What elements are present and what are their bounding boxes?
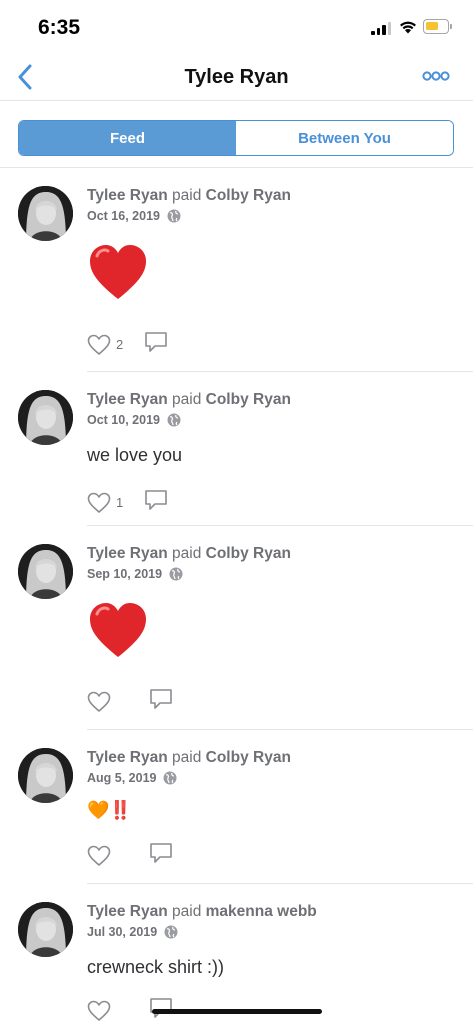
heart-icon: [87, 1000, 111, 1021]
payment-date: Oct 16, 2019: [87, 209, 160, 223]
payment-verb: paid: [172, 545, 202, 562]
payment-verb: paid: [172, 749, 202, 766]
battery-cap: [450, 24, 452, 29]
avatar[interactable]: [18, 902, 73, 957]
home-indicator[interactable]: [152, 1009, 322, 1014]
payment-headline: Tylee Ryan paid Colby Ryan: [87, 391, 291, 409]
item-actions: 2: [87, 330, 168, 359]
payment-meta: Oct 10, 2019: [87, 413, 181, 427]
avatar[interactable]: [18, 390, 73, 445]
payer-name[interactable]: Tylee Ryan: [87, 391, 168, 408]
feed-item[interactable]: Tylee Ryan paid Colby Ryan Oct 16, 2019 …: [0, 168, 473, 372]
avatar[interactable]: [18, 544, 73, 599]
like-button[interactable]: [87, 1000, 145, 1022]
heart-icon: [87, 492, 111, 513]
globe-icon: [164, 925, 178, 939]
payment-headline: Tylee Ryan paid makenna webb: [87, 903, 317, 921]
item-actions: [87, 687, 173, 716]
avatar[interactable]: [18, 748, 73, 803]
nav-bar: Tylee Ryan: [0, 56, 473, 101]
globe-icon: [167, 209, 181, 223]
payment-date: Sep 10, 2019: [87, 567, 163, 581]
avatar-image: [18, 748, 73, 803]
payment-meta: Aug 5, 2019: [87, 771, 177, 785]
battery-icon: [423, 19, 449, 34]
payer-name[interactable]: Tylee Ryan: [87, 749, 168, 766]
payment-date: Oct 10, 2019: [87, 413, 160, 427]
cellular-signal-icon: [371, 22, 391, 35]
like-count: 1: [116, 495, 124, 510]
payer-name[interactable]: Tylee Ryan: [87, 187, 168, 204]
status-bar: 6:35: [0, 0, 473, 56]
payment-verb: paid: [172, 187, 202, 204]
payment-meta: Jul 30, 2019: [87, 925, 178, 939]
payment-headline: Tylee Ryan paid Colby Ryan: [87, 545, 291, 563]
comment-button[interactable]: [149, 841, 173, 870]
comment-icon: [145, 332, 167, 352]
comment-icon: [150, 998, 172, 1018]
like-button[interactable]: [87, 691, 145, 713]
comment-button[interactable]: [144, 488, 168, 517]
payment-meta: Oct 16, 2019: [87, 209, 181, 223]
wifi-icon: [400, 21, 416, 34]
red-heart-emoji: [90, 603, 146, 657]
payment-headline: Tylee Ryan paid Colby Ryan: [87, 749, 291, 767]
globe-icon: [169, 567, 183, 581]
like-button[interactable]: 2: [87, 334, 140, 356]
red-heart-emoji: [90, 245, 146, 299]
heart-icon: [87, 845, 111, 866]
payment-note: crewneck shirt :)): [87, 957, 225, 977]
comment-button[interactable]: [144, 330, 168, 359]
item-actions: 1: [87, 488, 168, 517]
feed-item[interactable]: Tylee Ryan paid Colby Ryan Oct 10, 2019 …: [0, 372, 473, 526]
payee-name[interactable]: Colby Ryan: [206, 749, 291, 766]
more-icon: [422, 71, 450, 81]
feed-item[interactable]: Tylee Ryan paid Colby Ryan Aug 5, 2019 🧡…: [0, 730, 473, 884]
tab-between-you[interactable]: Between You: [236, 121, 453, 155]
item-actions: [87, 841, 173, 870]
payer-name[interactable]: Tylee Ryan: [87, 903, 168, 920]
comment-button[interactable]: [149, 687, 173, 716]
payee-name[interactable]: Colby Ryan: [206, 187, 291, 204]
heart-icon: [87, 691, 111, 712]
more-button[interactable]: [420, 66, 452, 86]
payment-note: we love you: [87, 445, 183, 465]
globe-icon: [163, 771, 177, 785]
avatar[interactable]: [18, 186, 73, 241]
payer-name[interactable]: Tylee Ryan: [87, 545, 168, 562]
payee-name[interactable]: Colby Ryan: [206, 545, 291, 562]
payment-note: 🧡‼️: [87, 800, 132, 820]
comment-icon: [150, 843, 172, 863]
comment-icon: [145, 490, 167, 510]
segmented-control: Feed Between You: [18, 120, 454, 156]
avatar-image: [18, 186, 73, 241]
payment-headline: Tylee Ryan paid Colby Ryan: [87, 187, 291, 205]
avatar-image: [18, 390, 73, 445]
heart-icon: [87, 334, 111, 355]
globe-icon: [167, 413, 181, 427]
like-count: 2: [116, 337, 124, 352]
like-button[interactable]: 1: [87, 492, 140, 514]
payment-date: Aug 5, 2019: [87, 771, 157, 785]
payee-name[interactable]: Colby Ryan: [206, 391, 291, 408]
avatar-image: [18, 902, 73, 957]
payment-verb: paid: [172, 391, 202, 408]
tab-feed[interactable]: Feed: [19, 121, 236, 155]
avatar-image: [18, 544, 73, 599]
feed-item[interactable]: Tylee Ryan paid Colby Ryan Sep 10, 2019: [0, 526, 473, 730]
tab-bar-container: Feed Between You: [0, 100, 473, 168]
like-button[interactable]: [87, 845, 145, 867]
page-title: Tylee Ryan: [184, 66, 289, 88]
payment-verb: paid: [172, 903, 202, 920]
payment-meta: Sep 10, 2019: [87, 567, 183, 581]
payee-name[interactable]: makenna webb: [206, 903, 317, 920]
status-time: 6:35: [38, 16, 81, 39]
comment-icon: [150, 689, 172, 709]
payment-date: Jul 30, 2019: [87, 925, 158, 939]
